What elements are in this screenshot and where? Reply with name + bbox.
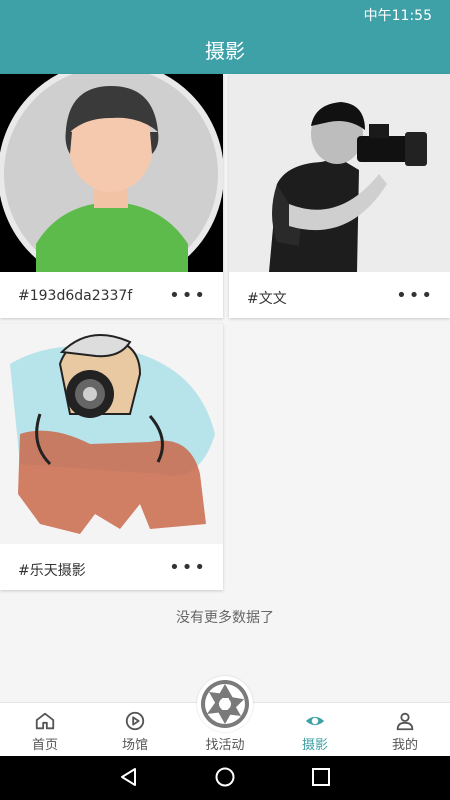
card-tag[interactable]: #193d6da2337f: [18, 288, 132, 304]
card-image-sketch[interactable]: [0, 324, 223, 544]
aperture-icon: [201, 680, 249, 728]
card-image-photographer[interactable]: [229, 74, 450, 272]
tab-label: 首页: [31, 738, 58, 753]
play-circle-icon: [125, 711, 145, 731]
find-activity-center-button[interactable]: [197, 676, 253, 732]
tab-label: 场馆: [121, 738, 148, 753]
card-footer: #乐天摄影 •••: [0, 544, 223, 590]
eye-icon: [305, 716, 325, 726]
back-icon[interactable]: [118, 766, 140, 788]
app-bar: 摄影: [0, 28, 450, 74]
photographer-photo: [229, 74, 450, 272]
tab-mine[interactable]: 我的: [360, 703, 450, 757]
more-options-icon[interactable]: •••: [169, 285, 207, 306]
card-tag[interactable]: #乐天摄影: [18, 560, 86, 580]
home-circle-icon[interactable]: [214, 766, 236, 788]
person-icon: [396, 712, 414, 731]
tab-label: 我的: [391, 738, 418, 753]
recents-icon[interactable]: [310, 766, 332, 788]
avatar-illustration: [0, 74, 223, 272]
system-nav-bar: [0, 756, 450, 800]
photo-card[interactable]: #文文 •••: [229, 74, 450, 318]
photo-card[interactable]: #乐天摄影 •••: [0, 324, 223, 590]
tab-venue[interactable]: 场馆: [90, 703, 180, 757]
photographer-sketch: [0, 324, 223, 544]
no-more-data-text: 没有更多数据了: [176, 610, 274, 626]
tab-home[interactable]: 首页: [0, 703, 90, 757]
card-footer: #文文 •••: [229, 272, 450, 318]
more-options-icon[interactable]: •••: [396, 285, 434, 306]
card-footer: #193d6da2337f •••: [0, 272, 223, 318]
status-time: 中午11:55: [363, 8, 432, 24]
page-title: 摄影: [205, 39, 245, 63]
tab-label: 找活动: [205, 738, 245, 753]
card-tag[interactable]: #文文: [247, 288, 287, 308]
photo-feed: #193d6da2337f ••• #文文 ••• #乐天摄影 ••• 没有更多…: [0, 74, 450, 702]
status-bar: 中午11:55: [0, 0, 450, 28]
tab-photography[interactable]: 摄影: [270, 703, 360, 757]
tab-label: 摄影: [301, 738, 328, 753]
home-icon: [35, 712, 55, 730]
photo-card[interactable]: #193d6da2337f •••: [0, 74, 223, 318]
more-options-icon[interactable]: •••: [169, 557, 207, 578]
card-image-avatar[interactable]: [0, 74, 223, 272]
